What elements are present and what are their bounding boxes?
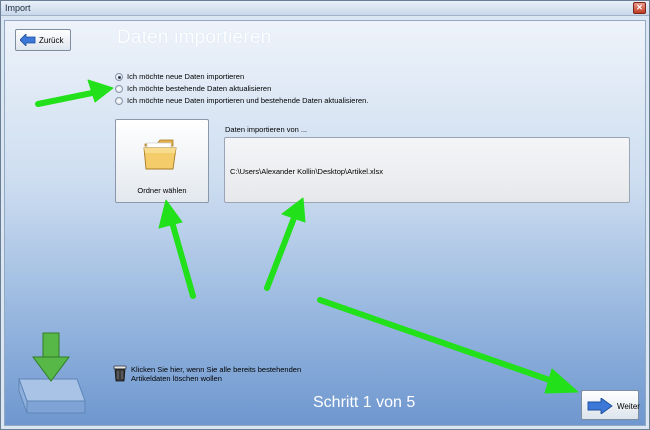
radio-import-and-update[interactable]: [115, 97, 123, 105]
trash-icon[interactable]: [113, 365, 127, 382]
option-label: Ich möchte neue Daten importieren und be…: [127, 96, 369, 105]
title-bar[interactable]: Import ✕: [1, 1, 649, 16]
import-window: Import ✕ Zurück Daten importieren Ich mö…: [0, 0, 650, 430]
back-button[interactable]: Zurück: [15, 29, 71, 51]
wizard-content: Zurück Daten importieren Ich möchte neue…: [4, 20, 646, 426]
delete-note-line2: Artikeldaten löschen wollen: [131, 374, 222, 383]
close-button[interactable]: ✕: [633, 2, 646, 14]
page-title: Daten importieren: [117, 27, 272, 48]
option-label: Ich möchte neue Daten importieren: [127, 72, 245, 81]
next-button[interactable]: Weiter: [581, 390, 640, 420]
import-path-caption: Daten importieren von ...: [225, 125, 308, 134]
back-button-label: Zurück: [39, 36, 64, 45]
import-tray-icon: [18, 332, 86, 414]
radio-update-existing[interactable]: [115, 85, 123, 93]
radio-import-new[interactable]: [115, 73, 123, 81]
arrow-left-icon: [20, 34, 36, 46]
next-button-label: Weiter: [617, 402, 640, 411]
import-path-field: C:\Users\Alexander Kollin\Desktop\Artike…: [224, 137, 630, 203]
choose-folder-label: Ordner wählen: [137, 186, 187, 195]
import-path-value: C:\Users\Alexander Kollin\Desktop\Artike…: [230, 167, 383, 176]
step-indicator: Schritt 1 von 5: [313, 394, 416, 411]
delete-existing-note[interactable]: Klicken Sie hier, wenn Sie alle bereits …: [131, 365, 321, 383]
window-title: Import: [5, 3, 31, 13]
arrow-right-icon: [587, 398, 613, 414]
option-label: Ich möchte bestehende Daten aktualisiere…: [127, 84, 272, 93]
choose-folder-button[interactable]: Ordner wählen: [115, 119, 209, 203]
delete-note-line1: Klicken Sie hier, wenn Sie alle bereits …: [131, 365, 302, 374]
folder-icon: [143, 139, 177, 170]
